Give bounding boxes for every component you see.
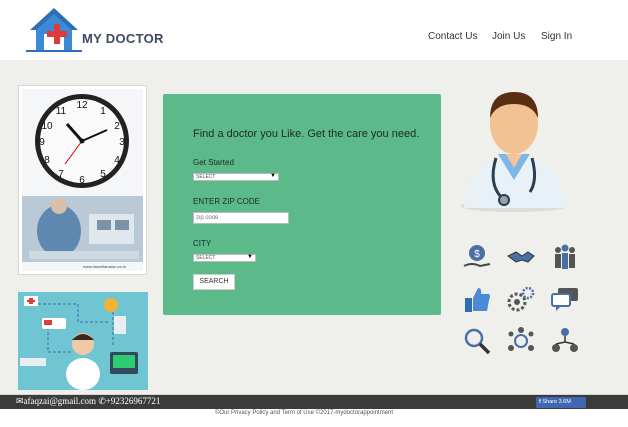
get-started-select-value: SELECT <box>196 174 216 180</box>
doctor-avatar <box>460 88 580 218</box>
svg-text:5: 5 <box>100 169 106 180</box>
brand-logo[interactable]: MY DOCTOR <box>24 4 164 54</box>
share-label: Share 3.6M <box>542 399 571 405</box>
brand-name: MY DOCTOR <box>82 31 164 46</box>
svg-text:12: 12 <box>76 100 88 111</box>
clock-watermark: www.drsvellaharan.co.in <box>83 264 127 269</box>
phone-icon: ✆ <box>98 396 106 406</box>
chat-icon[interactable] <box>550 284 580 314</box>
search-panel-title: Find a doctor you Like. Get the care you… <box>193 128 420 140</box>
email-icon: ✉ <box>16 396 24 406</box>
gears-icon[interactable] <box>506 284 536 314</box>
nav-join-us[interactable]: Join Us <box>492 31 525 42</box>
svg-text:8: 8 <box>44 155 50 166</box>
doctor-icon <box>460 92 568 212</box>
zip-code-label: ENTER ZIP CODE <box>193 197 260 206</box>
handshake-icon[interactable] <box>506 242 536 272</box>
network-icon[interactable] <box>506 326 536 356</box>
magnifier-icon[interactable] <box>462 326 492 356</box>
zip-code-input[interactable] <box>193 212 289 224</box>
svg-text:3: 3 <box>119 137 125 148</box>
dropdown-arrow-icon: ▼ <box>270 173 276 179</box>
search-button[interactable]: SEARCH <box>193 274 235 290</box>
svg-text:9: 9 <box>39 137 45 148</box>
copyright-text: ©Our Privacy Policy and Term of Use ©201… <box>214 410 394 416</box>
get-started-select[interactable]: SELECT ▼ <box>193 173 279 181</box>
site-header: MY DOCTOR Contact Us Join Us Sign In <box>0 0 628 60</box>
footer-contact: ✉afaqzai@gmail.com ✆+92326967721 <box>16 396 160 407</box>
svg-text:$: $ <box>474 249 480 260</box>
city-select[interactable]: SELECT ▼ <box>193 254 256 262</box>
svg-text:7: 7 <box>58 169 64 180</box>
facebook-share-button[interactable]: f Share 3.6M <box>536 397 586 408</box>
hospital-icon <box>20 296 138 390</box>
get-started-label: Get Started <box>193 158 234 167</box>
svg-text:6: 6 <box>79 175 85 186</box>
nav-sign-in[interactable]: Sign In <box>541 31 572 42</box>
clock-image: 12 1 2 3 45 6 78 9 10 11 www.drsvellaharan.co.… <box>18 85 147 275</box>
org-chart-icon[interactable] <box>550 326 580 356</box>
footer-email[interactable]: afaqzai@gmail.com <box>24 396 97 406</box>
facebook-icon: f <box>539 399 541 405</box>
svg-text:1: 1 <box>100 106 106 117</box>
doctor-search-panel: Find a doctor you Like. Get the care you… <box>163 94 441 315</box>
svg-text:10: 10 <box>41 121 53 132</box>
footer-phone[interactable]: +92326967721 <box>106 396 161 406</box>
house-icon <box>26 8 82 52</box>
nav-contact-us[interactable]: Contact Us <box>428 31 477 42</box>
city-label: CITY <box>193 239 212 248</box>
city-select-value: SELECT <box>196 255 216 261</box>
svg-text:4: 4 <box>114 155 120 166</box>
money-hand-icon[interactable]: $ <box>462 242 492 272</box>
thumbs-up-icon[interactable] <box>462 284 492 314</box>
hospital-illustration <box>18 292 148 390</box>
svg-text:11: 11 <box>56 106 67 117</box>
group-icon[interactable] <box>550 242 580 272</box>
svg-text:2: 2 <box>114 121 120 132</box>
dropdown-arrow-icon: ▼ <box>247 254 253 260</box>
clock-icon: 12 12 3 45 6 78 9 1011 <box>22 89 143 271</box>
